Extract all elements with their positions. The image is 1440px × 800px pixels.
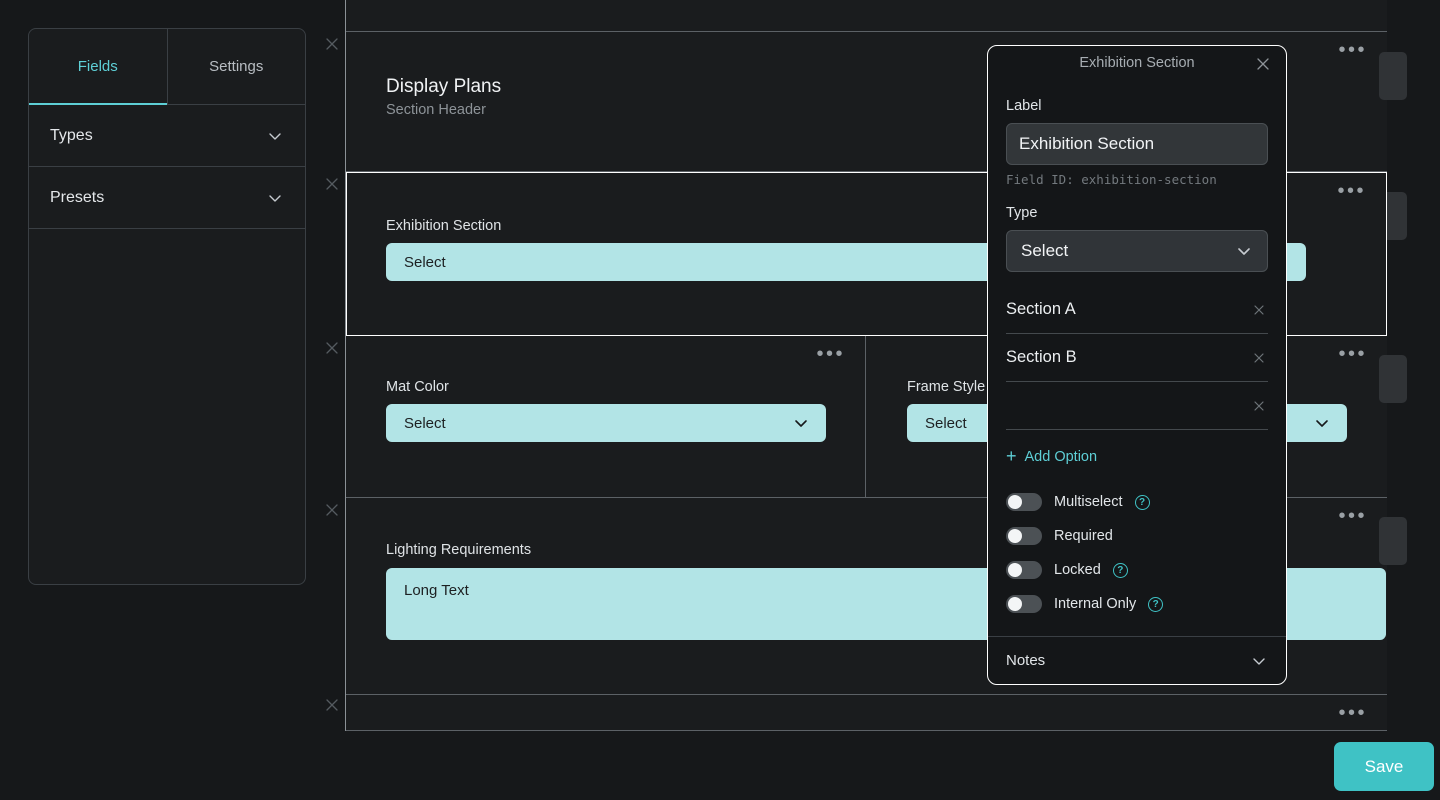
tab-fields[interactable]: Fields	[29, 29, 167, 105]
option-row	[1006, 382, 1268, 430]
accordion-presets-label: Presets	[50, 188, 105, 206]
options-list: Section A Section B	[1006, 286, 1268, 430]
toggle-row-internal-only: Internal Only ?	[1006, 587, 1268, 621]
toggle-row-required: Required	[1006, 519, 1268, 553]
required-label: Required	[1054, 528, 1113, 544]
label-input-value: Exhibition Section	[1019, 134, 1155, 153]
select-control-value: Select	[404, 414, 446, 432]
modal-title: Exhibition Section	[1079, 55, 1195, 71]
delete-row-button[interactable]	[321, 33, 343, 55]
row-drag-handle[interactable]	[1379, 355, 1407, 403]
select-control-mat-color[interactable]: Select	[386, 404, 826, 442]
type-heading: Type	[1006, 205, 1038, 221]
section-header-title: Display Plans	[386, 76, 502, 97]
toggles-group: Multiselect ? Required Locked ? Internal…	[1006, 485, 1268, 621]
form-row-partial-bottom[interactable]: •••	[346, 695, 1387, 731]
help-icon[interactable]: ?	[1112, 562, 1128, 578]
notes-label: Notes	[1006, 652, 1046, 669]
save-button[interactable]: Save	[1334, 742, 1434, 791]
type-select-value: Select	[1021, 241, 1069, 260]
field-label: Lighting Requirements	[386, 542, 532, 558]
multiselect-label: Multiselect	[1054, 494, 1123, 510]
internal-only-toggle[interactable]	[1006, 595, 1042, 613]
accordion-presets[interactable]: Presets	[29, 167, 305, 229]
row-menu-icon[interactable]: •••	[1337, 181, 1366, 201]
chevron-down-icon	[266, 189, 284, 207]
left-sidebar: Fields Settings Types Presets	[28, 28, 306, 585]
add-option-button[interactable]: + Add Option	[1006, 446, 1268, 467]
multiselect-toggle[interactable]	[1006, 493, 1042, 511]
row-drag-handle[interactable]	[1379, 517, 1407, 565]
type-select[interactable]: Select	[1006, 230, 1268, 272]
row-menu-icon[interactable]: •••	[1338, 703, 1367, 723]
label-input[interactable]: Exhibition Section	[1006, 123, 1268, 165]
remove-option-icon[interactable]	[1250, 303, 1268, 317]
row-menu-icon[interactable]: •••	[1338, 506, 1367, 526]
tab-settings[interactable]: Settings	[166, 29, 306, 104]
form-row-partial[interactable]	[346, 0, 1387, 32]
option-input[interactable]: Section B	[1006, 348, 1250, 367]
chevron-down-icon	[1313, 414, 1331, 432]
chevron-down-icon	[1235, 242, 1253, 260]
option-input[interactable]: Section A	[1006, 300, 1250, 319]
app-root: Fields Settings Types Presets Display Pl…	[0, 0, 1440, 800]
sidebar-tabs: Fields Settings	[29, 29, 305, 105]
option-row: Section A	[1006, 286, 1268, 334]
longtext-control-value: Long Text	[404, 582, 469, 599]
notes-accordion[interactable]: Notes	[988, 636, 1286, 684]
select-control-value: Select	[404, 253, 446, 271]
tab-fields-label: Fields	[77, 58, 118, 75]
field-label: Mat Color	[386, 379, 449, 395]
accordion-types[interactable]: Types	[29, 105, 305, 167]
toggle-row-multiselect: Multiselect ?	[1006, 485, 1268, 519]
delete-row-button[interactable]	[321, 337, 343, 359]
delete-row-button[interactable]	[321, 499, 343, 521]
tab-settings-label: Settings	[209, 58, 264, 75]
close-icon[interactable]	[1254, 55, 1272, 73]
field-label: Exhibition Section	[386, 218, 502, 234]
chevron-down-icon	[792, 414, 810, 432]
label-heading: Label	[1006, 98, 1042, 114]
remove-option-icon[interactable]	[1250, 399, 1268, 413]
field-settings-modal: Exhibition Section Label Exhibition Sect…	[987, 45, 1287, 685]
delete-row-button[interactable]	[321, 173, 343, 195]
row-menu-icon[interactable]: •••	[816, 344, 845, 364]
toggle-row-locked: Locked ?	[1006, 553, 1268, 587]
plus-icon: +	[1006, 446, 1017, 466]
help-icon[interactable]: ?	[1134, 494, 1150, 510]
section-header-subtitle: Section Header	[386, 102, 486, 118]
remove-option-icon[interactable]	[1250, 351, 1268, 365]
locked-label: Locked	[1054, 562, 1101, 578]
field-id-hint: Field ID: exhibition-section	[1006, 172, 1217, 187]
option-row: Section B	[1006, 334, 1268, 382]
row-drag-handle[interactable]	[1379, 52, 1407, 100]
modal-header: Exhibition Section	[988, 46, 1286, 80]
chevron-down-icon	[1250, 652, 1268, 670]
internal-only-label: Internal Only	[1054, 596, 1137, 612]
form-cell-mat-color: Mat Color Select •••	[346, 336, 866, 497]
accordion-types-label: Types	[50, 126, 93, 144]
chevron-down-icon	[266, 127, 284, 145]
add-option-label: Add Option	[1024, 448, 1098, 465]
modal-body: Label Exhibition Section Field ID: exhib…	[988, 98, 1286, 621]
field-label: Frame Style	[907, 379, 986, 395]
help-icon[interactable]: ?	[1148, 596, 1164, 612]
delete-row-button[interactable]	[321, 694, 343, 716]
locked-toggle[interactable]	[1006, 561, 1042, 579]
select-control-value: Select	[925, 414, 967, 432]
row-menu-icon[interactable]: •••	[1338, 344, 1367, 364]
row-menu-icon[interactable]: •••	[1338, 40, 1367, 60]
required-toggle[interactable]	[1006, 527, 1042, 545]
